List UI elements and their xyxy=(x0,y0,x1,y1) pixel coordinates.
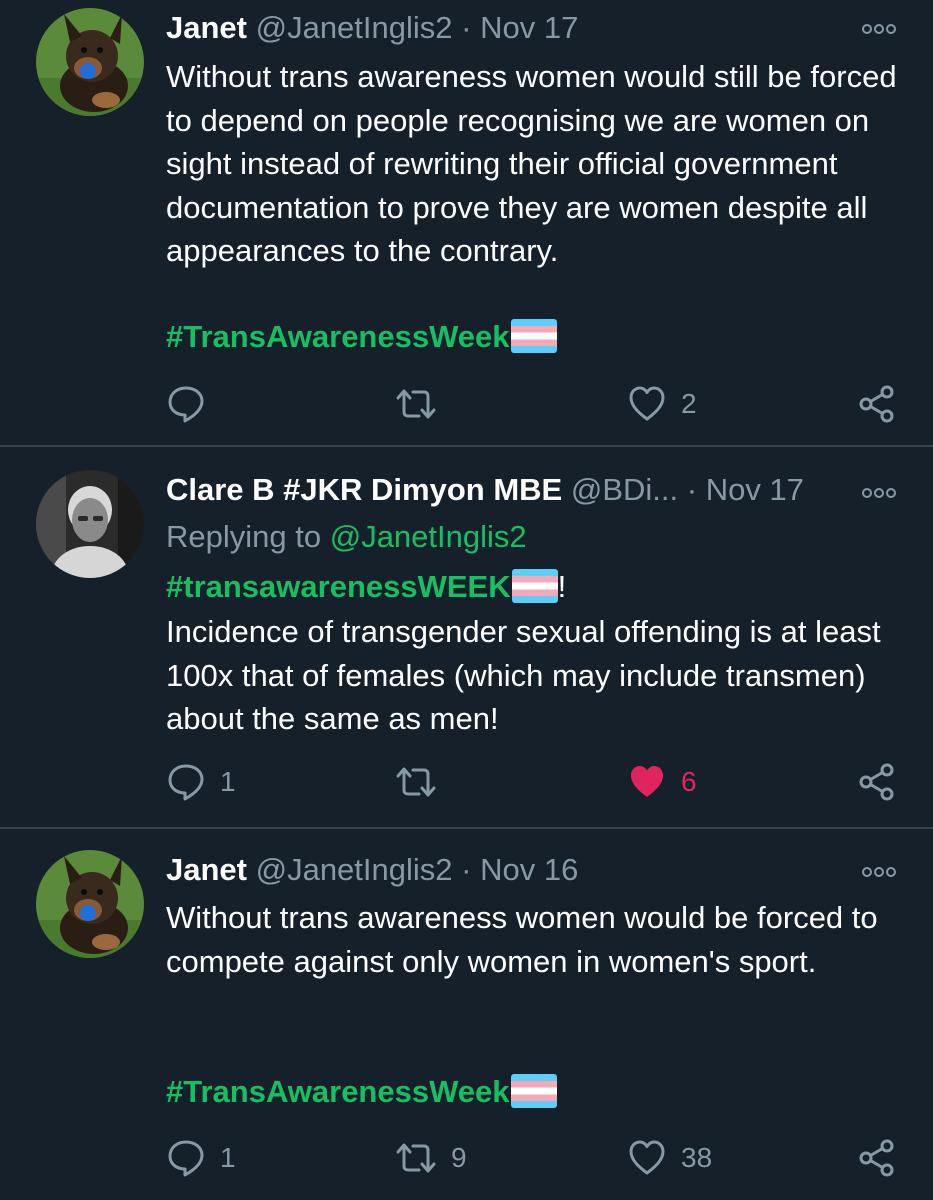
reply-icon xyxy=(168,386,204,423)
heart-outline-icon xyxy=(629,386,665,421)
reply-button[interactable]: 1 xyxy=(166,760,236,804)
tweet-date[interactable]: Nov 16 xyxy=(480,852,578,887)
hashtag-link[interactable]: #TransAwarenessWeek xyxy=(166,319,510,354)
tweet-date[interactable]: Nov 17 xyxy=(480,10,578,45)
separator: · xyxy=(461,10,472,45)
reply-button[interactable]: 1 xyxy=(166,1136,236,1180)
author-handle[interactable]: @JanetInglis2 xyxy=(256,10,453,45)
more-options-icon[interactable] xyxy=(861,865,897,877)
reply-icon xyxy=(168,1140,204,1177)
dog-avatar-image xyxy=(36,8,144,116)
retweet-icon xyxy=(396,1143,436,1173)
heart-filled-icon xyxy=(631,766,663,797)
tweet-actions: 2 xyxy=(0,382,933,426)
hashtag-line: #transawarenessWEEK! xyxy=(166,567,566,607)
avatar[interactable] xyxy=(36,850,144,958)
dog-avatar-image xyxy=(36,850,144,958)
hashtag-line: #TransAwarenessWeek xyxy=(166,1072,557,1112)
retweet-button[interactable] xyxy=(395,760,451,804)
share-icon xyxy=(859,763,894,801)
share-icon xyxy=(859,1139,894,1177)
author-handle[interactable]: @JanetInglis2 xyxy=(256,852,453,887)
separator: · xyxy=(461,852,472,887)
avatar[interactable] xyxy=(36,8,144,116)
tweet[interactable]: Janet @JanetInglis2 · Nov 16 Without tra… xyxy=(0,829,933,1200)
transgender-flag-icon xyxy=(510,319,557,353)
hashtag-suffix: ! xyxy=(557,569,567,604)
author-handle[interactable]: @BDi... xyxy=(571,472,678,507)
more-options-icon[interactable] xyxy=(861,22,897,34)
share-icon xyxy=(859,385,894,423)
tweet-text: Without trans awareness women would be f… xyxy=(166,900,878,979)
retweet-icon xyxy=(396,767,436,797)
share-button[interactable] xyxy=(858,760,896,804)
tweet-header: Janet @JanetInglis2 · Nov 17 xyxy=(166,10,873,46)
like-count: 38 xyxy=(681,1142,713,1173)
tweet-text: Without trans awareness women would stil… xyxy=(166,59,897,268)
share-button[interactable] xyxy=(858,382,896,426)
tweet[interactable]: Janet @JanetInglis2 · Nov 17 Without tra… xyxy=(0,0,933,446)
share-button[interactable] xyxy=(858,1136,896,1180)
separator: · xyxy=(686,472,698,507)
author-name[interactable]: Janet xyxy=(166,852,247,887)
retweet-button[interactable]: 9 xyxy=(395,1136,467,1180)
reply-count: 1 xyxy=(220,766,236,797)
hashtag-link[interactable]: #TransAwarenessWeek xyxy=(166,1074,510,1109)
more-options-icon[interactable] xyxy=(861,486,897,498)
replying-to-handle[interactable]: @JanetInglis2 xyxy=(330,519,527,554)
like-button[interactable]: 2 xyxy=(627,382,697,426)
transgender-flag-icon xyxy=(511,569,558,603)
tweet-header: Janet @JanetInglis2 · Nov 16 xyxy=(166,852,873,888)
replying-to: Replying to @JanetInglis2 xyxy=(166,519,527,555)
tweet[interactable]: Clare B #JKR Dimyon MBE @BDi... · Nov 17… xyxy=(0,447,933,827)
tweet-actions: 1 9 38 xyxy=(0,1136,933,1180)
retweet-button[interactable] xyxy=(395,382,451,426)
tweet-text: Incidence of transgender sexual offendin… xyxy=(166,614,881,736)
like-button[interactable]: 6 xyxy=(627,760,697,804)
like-count: 2 xyxy=(681,388,697,419)
reply-button[interactable] xyxy=(166,382,220,426)
like-count: 6 xyxy=(681,766,697,797)
transgender-flag-icon xyxy=(510,1074,557,1108)
reply-icon xyxy=(168,764,204,801)
retweet-icon xyxy=(396,389,436,419)
heart-outline-icon xyxy=(629,1140,665,1175)
hashtag-line: #TransAwarenessWeek xyxy=(166,317,557,357)
author-name[interactable]: Clare B #JKR Dimyon MBE xyxy=(166,472,562,507)
avatar[interactable] xyxy=(36,470,144,578)
retweet-count: 9 xyxy=(451,1142,467,1173)
person-photo-avatar-image xyxy=(36,470,144,578)
author-name[interactable]: Janet xyxy=(166,10,247,45)
replying-to-label: Replying to xyxy=(166,519,322,554)
reply-count: 1 xyxy=(220,1142,236,1173)
tweet-date[interactable]: Nov 17 xyxy=(706,472,804,507)
tweet-actions: 1 6 xyxy=(0,760,933,804)
tweet-header: Clare B #JKR Dimyon MBE @BDi... · Nov 17 xyxy=(166,472,873,508)
like-button[interactable]: 38 xyxy=(627,1136,712,1180)
hashtag-link[interactable]: #transawarenessWEEK xyxy=(166,569,511,604)
